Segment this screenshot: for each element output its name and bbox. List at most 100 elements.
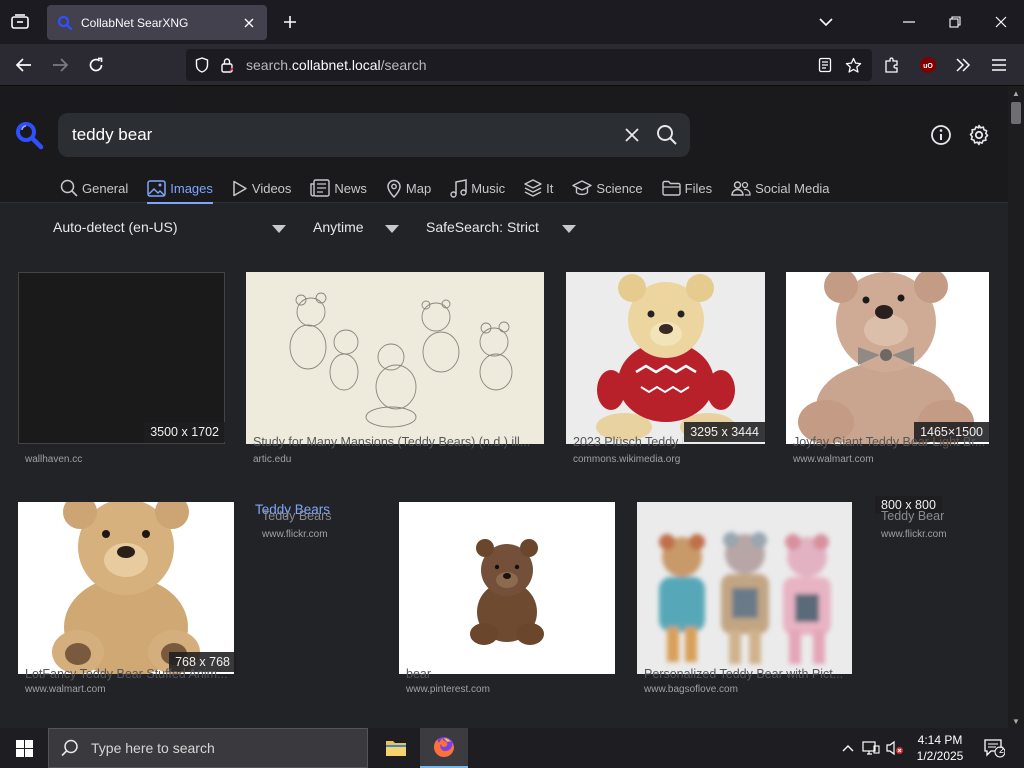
result-thumbnail[interactable] <box>786 272 989 444</box>
browser-tab[interactable]: CollabNet SearXNG <box>47 5 267 40</box>
search-submit-icon[interactable] <box>656 124 678 146</box>
result-title[interactable]: Personalized Teddy Bear with Pict... <box>644 667 856 681</box>
newspaper-icon <box>310 179 331 197</box>
forward-arrow-icon[interactable] <box>46 51 74 79</box>
result-thumbnail[interactable] <box>399 502 615 674</box>
result-title[interactable]: LotFancy Teddy Bear Stuffed Anim... <box>25 667 241 681</box>
safesearch-select[interactable]: SafeSearch: Strict <box>426 219 539 235</box>
info-icon[interactable] <box>929 123 953 147</box>
tab-it[interactable]: It <box>524 176 553 200</box>
tab-map[interactable]: Map <box>386 176 431 200</box>
network-icon[interactable] <box>860 728 882 768</box>
scroll-down-arrow-icon[interactable]: ▼ <box>1012 717 1020 726</box>
scrollbar-thumb[interactable] <box>1011 102 1021 124</box>
settings-gear-icon[interactable] <box>967 123 991 147</box>
windows-taskbar: Type here to search 4:14 PM 1/2/2025 2 <box>0 728 1024 768</box>
image-result[interactable]: Personalized Teddy Bear with Pict... www… <box>637 502 859 702</box>
result-title[interactable]: Teddy Bears <box>262 509 331 523</box>
reader-view-icon[interactable] <box>811 51 839 79</box>
image-result[interactable]: Study for Many Mansions (Teddy Bears) (n… <box>246 272 552 472</box>
clock-time: 4:14 PM <box>917 733 963 747</box>
light-brown-bear-image <box>52 502 200 674</box>
time-range-select[interactable]: Anytime <box>313 219 364 235</box>
url-text[interactable]: search.collabnet.local/search <box>246 57 427 73</box>
result-title[interactable]: Joyfay Giant Teddy Bear Light Br... <box>793 435 998 449</box>
firefox-icon[interactable] <box>420 728 468 768</box>
result-thumbnail[interactable] <box>246 272 544 444</box>
tab-music[interactable]: Music <box>450 176 505 200</box>
result-source[interactable]: www.flickr.com <box>262 529 328 540</box>
search-input[interactable]: teddy bear <box>72 125 152 145</box>
searxng-page: teddy bear General Images Videos News Ma… <box>0 86 1008 728</box>
image-result[interactable]: 3500 x 1702 wallhaven.cc <box>18 272 228 472</box>
system-clock[interactable]: 4:14 PM 1/2/2025 <box>908 732 972 764</box>
clear-search-icon[interactable] <box>622 125 642 145</box>
scroll-up-arrow-icon[interactable]: ▲ <box>1012 89 1020 98</box>
ublock-origin-icon[interactable]: uO <box>914 51 942 79</box>
searxng-logo-icon[interactable] <box>14 120 44 150</box>
result-thumbnail[interactable] <box>637 502 852 674</box>
language-select[interactable]: Auto-detect (en-US) <box>53 219 178 235</box>
page-scrollbar[interactable]: ▲ ▼ <box>1008 86 1024 728</box>
lock-icon[interactable] <box>218 56 236 74</box>
result-thumbnail[interactable] <box>18 502 234 674</box>
result-source[interactable]: artic.edu <box>253 454 291 465</box>
tab-news[interactable]: News <box>310 176 367 200</box>
result-source[interactable]: www.walmart.com <box>793 454 874 465</box>
taskbar-search-box[interactable]: Type here to search <box>48 728 368 768</box>
result-source[interactable]: www.flickr.com <box>881 529 947 540</box>
search-filters: Auto-detect (en-US) Anytime SafeSearch: … <box>0 203 1008 253</box>
tab-general[interactable]: General <box>60 176 128 200</box>
svg-text:uO: uO <box>923 63 933 70</box>
language-chevron-down-icon[interactable] <box>272 225 286 233</box>
close-tab-icon[interactable] <box>241 15 257 31</box>
result-source[interactable]: www.pinterest.com <box>406 684 490 695</box>
close-window-icon[interactable] <box>987 8 1015 36</box>
image-result[interactable]: 800 x 800 Teddy Bear www.flickr.com <box>875 496 995 556</box>
notification-count-badge: 2 <box>999 745 1005 755</box>
list-all-tabs-icon[interactable] <box>6 9 34 35</box>
bookmark-star-icon[interactable] <box>839 51 867 79</box>
extensions-puzzle-icon[interactable] <box>878 51 906 79</box>
back-arrow-icon[interactable] <box>10 51 38 79</box>
time-chevron-down-icon[interactable] <box>385 225 399 233</box>
result-title[interactable]: Teddy Bear <box>881 509 944 523</box>
image-result[interactable]: 3295 x 3444 2023 Plüsch Teddy Bear commo… <box>566 272 766 472</box>
tab-files[interactable]: Files <box>661 176 712 200</box>
result-title[interactable]: bear <box>406 667 506 681</box>
users-icon <box>731 181 751 196</box>
address-bar[interactable]: search.collabnet.local/search <box>186 49 872 81</box>
minimize-icon[interactable] <box>895 8 923 36</box>
tab-science[interactable]: Science <box>572 176 643 200</box>
volume-muted-icon[interactable] <box>884 728 906 768</box>
result-source[interactable]: wallhaven.cc <box>25 454 82 465</box>
image-result[interactable]: 1465×1500 Joyfay Giant Teddy Bear Light … <box>786 272 998 472</box>
file-explorer-icon[interactable] <box>372 728 420 768</box>
image-result[interactable]: bear www.pinterest.com <box>399 502 619 702</box>
result-thumbnail[interactable] <box>566 272 765 444</box>
notifications-icon[interactable]: 2 <box>978 728 1010 768</box>
image-result[interactable]: Teddy Bears Teddy Bears www.flickr.com <box>255 502 385 562</box>
tab-list-chevron-icon[interactable] <box>812 8 840 36</box>
result-thumbnail[interactable] <box>18 272 225 444</box>
safesearch-chevron-down-icon[interactable] <box>562 225 576 233</box>
new-tab-icon[interactable] <box>279 11 301 33</box>
tab-images[interactable]: Images <box>147 176 213 204</box>
result-title[interactable]: 2023 Plüsch Teddy Bear <box>573 435 683 449</box>
search-box[interactable]: teddy bear <box>58 113 690 157</box>
windows-start-icon[interactable] <box>0 728 48 768</box>
reload-icon[interactable] <box>82 51 110 79</box>
show-hidden-icons-chevron-icon[interactable] <box>838 728 858 768</box>
more-tools-chevron-icon[interactable] <box>949 51 977 79</box>
tab-social-media[interactable]: Social Media <box>731 176 830 200</box>
hamburger-menu-icon[interactable] <box>985 51 1013 79</box>
restore-icon[interactable] <box>941 8 969 36</box>
shield-icon[interactable] <box>193 56 211 74</box>
image-result[interactable]: 768 x 768 LotFancy Teddy Bear Stuffed An… <box>18 502 248 702</box>
tab-videos[interactable]: Videos <box>232 176 291 200</box>
image-size-badge: 3500 x 1702 <box>144 422 225 442</box>
result-source[interactable]: commons.wikimedia.org <box>573 454 680 465</box>
result-source[interactable]: www.bagsoflove.com <box>644 684 738 695</box>
result-title[interactable]: Study for Many Mansions (Teddy Bears) (n… <box>253 435 547 449</box>
result-source[interactable]: www.walmart.com <box>25 684 106 695</box>
